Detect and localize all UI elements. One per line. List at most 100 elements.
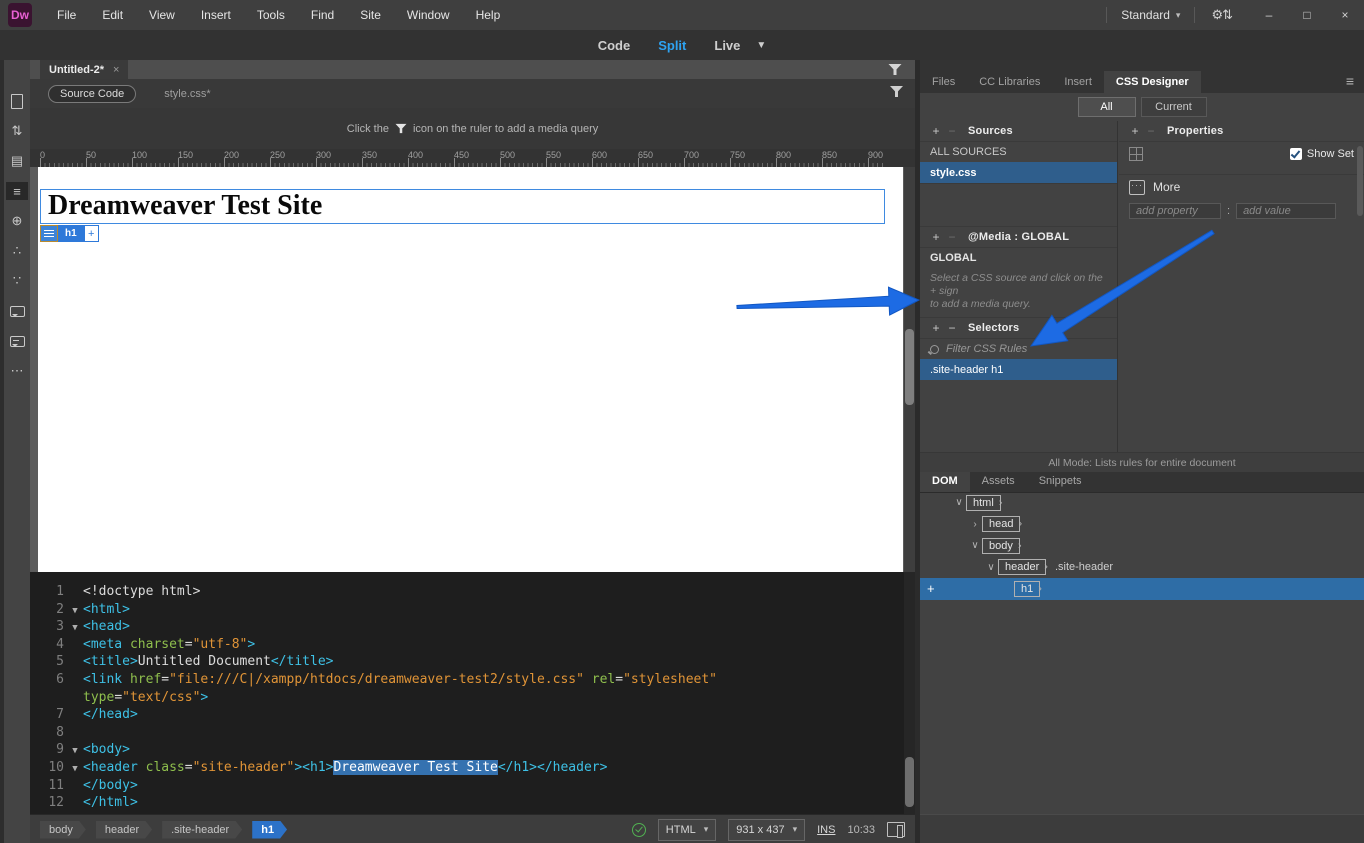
remove-source-button[interactable]: − — [946, 124, 958, 138]
code-line[interactable]: 8 — [30, 724, 915, 742]
menu-site[interactable]: Site — [347, 8, 394, 22]
comment-off-icon[interactable] — [6, 332, 28, 350]
expander-icon[interactable]: ∨ — [984, 562, 998, 573]
source-item-all[interactable]: ALL SOURCES — [920, 141, 1117, 162]
code-line[interactable]: 6 <link href="file:///C|/xampp/htdocs/dre… — [30, 671, 915, 689]
remove-media-button[interactable]: − — [946, 230, 958, 244]
selector-item-site-header-h1[interactable]: .site-header h1 — [920, 359, 1117, 380]
comment-icon[interactable] — [6, 302, 28, 320]
source-code-button[interactable]: Source Code — [48, 84, 137, 103]
sync-settings-icon[interactable]: ⚙⇅ — [1205, 7, 1238, 23]
dom-tab-assets[interactable]: Assets — [970, 472, 1027, 492]
new-file-icon[interactable] — [6, 92, 28, 110]
window-size-select[interactable]: 931 x 437 ▾ — [728, 818, 806, 841]
code-scrollbar-thumb[interactable] — [905, 757, 914, 807]
view-mode-code[interactable]: Code — [598, 38, 631, 53]
code-line[interactable]: 4 <meta charset="utf-8"> — [30, 636, 915, 654]
minimize-button[interactable]: – — [1250, 3, 1288, 27]
remove-selector-button[interactable]: − — [946, 321, 958, 335]
code-line[interactable]: 1 <!doctype html> — [30, 583, 915, 601]
media-query-marker-icon[interactable] — [888, 63, 902, 76]
related-file-stylecss[interactable]: style.css* — [164, 88, 210, 100]
extract-icon[interactable]: ∴ — [6, 242, 28, 260]
filter-funnel-icon[interactable] — [890, 85, 903, 98]
expander-icon[interactable]: ∨ — [968, 540, 982, 551]
horizontal-ruler[interactable]: 0 50 100 150 200 250 300 350 400 450 500 550 600 650 7… — [30, 149, 915, 168]
menu-edit[interactable]: Edit — [89, 8, 136, 22]
tag-selector-h1[interactable]: h1 — [252, 821, 287, 839]
add-selector-button[interactable]: + — [930, 321, 942, 335]
menu-insert[interactable]: Insert — [188, 8, 244, 22]
menu-view[interactable]: View — [136, 8, 188, 22]
dom-node-html[interactable]: ∨ html › — [920, 492, 1364, 514]
more-options-icon[interactable]: ⋯ — [6, 362, 28, 380]
show-set-checkbox[interactable] — [1289, 147, 1302, 160]
add-media-button[interactable]: + — [930, 230, 942, 244]
view-mode-live[interactable]: Live — [714, 38, 740, 53]
dom-tab-snippets[interactable]: Snippets — [1027, 472, 1094, 492]
file-transfer-icon[interactable]: ⇅ — [6, 122, 28, 140]
menu-tools[interactable]: Tools — [244, 8, 298, 22]
dom-tab-dom[interactable]: DOM — [920, 472, 970, 492]
element-tag-badge[interactable]: h1 — [58, 225, 84, 242]
device-preview-icon[interactable] — [887, 822, 905, 838]
panel-tab-insert[interactable]: Insert — [1052, 71, 1104, 93]
add-value-input[interactable]: add value — [1236, 203, 1337, 219]
add-property-button[interactable]: + — [1129, 124, 1141, 138]
workspace-switcher[interactable]: Standard ▾ — [1117, 8, 1184, 22]
menu-help[interactable]: Help — [463, 8, 514, 22]
dom-node-body[interactable]: ∨ body › — [920, 535, 1364, 557]
code-line[interactable]: 5 <title>Untitled Document</title> — [30, 653, 915, 671]
document-tab[interactable]: Untitled-2* × — [40, 60, 129, 79]
layout-category-icon[interactable] — [1129, 147, 1143, 161]
source-item-stylecss[interactable]: style.css — [920, 162, 1117, 183]
code-line[interactable]: 3 ▼ <head> — [30, 618, 915, 636]
close-button[interactable]: × — [1326, 3, 1364, 27]
code-scrollbar[interactable] — [904, 572, 915, 814]
inspect-icon[interactable]: ⊕ — [6, 212, 28, 230]
code-view[interactable]: 1 <!doctype html> 2 ▼ <html> 3 ▼ <head> 4 <meta c… — [30, 572, 915, 814]
design-scrollbar[interactable] — [904, 167, 915, 572]
show-set-toggle[interactable]: Show Set — [1289, 147, 1354, 160]
css-mode-current[interactable]: Current — [1140, 97, 1207, 117]
code-line[interactable]: 11 </body> — [30, 777, 915, 795]
tag-selector-site-header[interactable]: .site-header — [162, 821, 242, 839]
code-line[interactable]: 12 </html> — [30, 794, 915, 812]
css-mode-all[interactable]: All — [1077, 97, 1136, 117]
dom-node-h1[interactable]: + h1 › — [920, 578, 1364, 600]
add-element-button[interactable]: + — [83, 225, 99, 242]
fold-arrow-icon[interactable]: ▼ — [67, 761, 83, 779]
code-line[interactable]: 9 ▼ <body> — [30, 741, 915, 759]
view-mode-split[interactable]: Split — [658, 38, 686, 53]
maximize-button[interactable]: □ — [1288, 3, 1326, 27]
close-icon[interactable]: × — [113, 64, 119, 76]
code-line[interactable]: 10 ▼ <header class="site-header"><h1>Dream… — [30, 759, 915, 777]
properties-scrollbar-thumb[interactable] — [1357, 146, 1363, 216]
menu-find[interactable]: Find — [298, 8, 347, 22]
code-line[interactable]: type="text/css"> — [30, 689, 915, 707]
dom-node-header[interactable]: ∨ header › .site-header — [920, 557, 1364, 579]
menu-file[interactable]: File — [44, 8, 89, 22]
design-canvas[interactable]: Dreamweaver Test Site h1 + — [38, 167, 903, 572]
live-source-icon[interactable]: ▤ — [6, 152, 28, 170]
chevron-down-icon[interactable]: ▼ — [756, 40, 766, 51]
selected-element-outline[interactable]: Dreamweaver Test Site — [40, 189, 885, 224]
selector-filter[interactable]: Filter CSS Rules — [920, 338, 1117, 359]
media-item-global[interactable]: GLOBAL — [920, 247, 1117, 268]
remove-property-button[interactable]: − — [1145, 124, 1157, 138]
design-scrollbar-thumb[interactable] — [905, 329, 914, 405]
doctype-select[interactable]: HTML ▾ — [657, 818, 717, 841]
menu-window[interactable]: Window — [394, 8, 463, 22]
code-line[interactable]: 7 </head> — [30, 706, 915, 724]
element-menu-icon[interactable] — [40, 225, 58, 242]
expander-icon[interactable]: ∨ — [952, 497, 966, 508]
insert-mode-indicator[interactable]: INS — [817, 824, 835, 836]
tag-selector-header[interactable]: header — [96, 821, 152, 839]
expander-icon[interactable]: › — [968, 519, 982, 530]
panel-tab-css-designer[interactable]: CSS Designer — [1103, 71, 1201, 93]
add-element-icon[interactable]: + — [927, 581, 935, 596]
panel-tab-cc-libraries[interactable]: CC Libraries — [967, 71, 1052, 93]
add-source-button[interactable]: + — [930, 124, 942, 138]
design-heading[interactable]: Dreamweaver Test Site — [41, 190, 884, 222]
add-property-input[interactable]: add property — [1129, 203, 1221, 219]
